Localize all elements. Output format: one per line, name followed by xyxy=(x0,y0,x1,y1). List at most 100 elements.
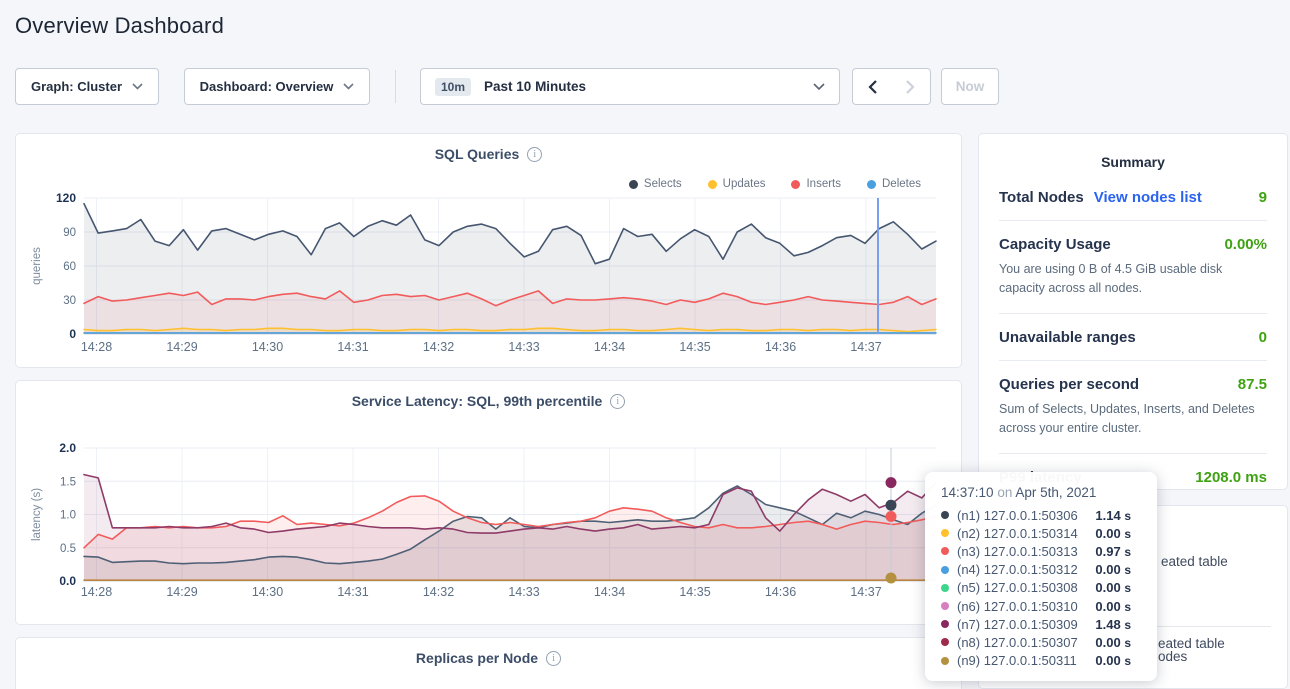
unavailable-ranges-value: 0 xyxy=(1259,329,1267,346)
svg-text:14:33: 14:33 xyxy=(508,585,539,599)
tooltip-node-value: 0.00 s xyxy=(1095,526,1131,541)
dashboard-dropdown-label: Dashboard: Overview xyxy=(200,79,334,94)
series-color-dot xyxy=(941,657,949,665)
svg-text:14:33: 14:33 xyxy=(508,340,539,354)
tooltip-node-row: (n1) 127.0.0.1:503061.14 s xyxy=(941,506,1143,524)
series-color-dot xyxy=(941,511,949,519)
svg-text:90: 90 xyxy=(63,227,76,239)
chevron-down-icon xyxy=(343,83,354,90)
summary-title: Summary xyxy=(979,134,1287,170)
time-range-selector[interactable]: 10m Past 10 Minutes xyxy=(420,68,840,105)
series-color-dot xyxy=(941,620,949,628)
tooltip-node-value: 0.97 s xyxy=(1095,544,1131,559)
tooltip-node-value: 0.00 s xyxy=(1095,580,1131,595)
svg-text:120: 120 xyxy=(56,191,76,205)
svg-text:14:36: 14:36 xyxy=(765,340,796,354)
view-nodes-list-link[interactable]: View nodes list xyxy=(1094,189,1202,206)
toolbar-divider xyxy=(395,70,396,103)
svg-text:14:36: 14:36 xyxy=(765,585,796,599)
svg-text:60: 60 xyxy=(63,261,76,273)
svg-text:14:29: 14:29 xyxy=(166,585,197,599)
svg-text:14:32: 14:32 xyxy=(423,340,454,354)
svg-text:14:32: 14:32 xyxy=(423,585,454,599)
chevron-right-icon xyxy=(906,80,915,94)
sql-queries-chart[interactable]: 14:28 14:29 14:30 14:31 14:32 14:33 14:34 14:35… xyxy=(16,134,962,368)
svg-text:14:30: 14:30 xyxy=(252,585,283,599)
svg-text:14:37: 14:37 xyxy=(850,585,881,599)
total-nodes-value: 9 xyxy=(1259,189,1267,206)
info-icon[interactable]: i xyxy=(546,651,561,666)
qps-label: Queries per second xyxy=(999,376,1139,393)
page-title: Overview Dashboard xyxy=(15,13,224,39)
tooltip-node-label: (n8) 127.0.0.1:50307 xyxy=(957,635,1095,650)
svg-text:0: 0 xyxy=(69,327,76,341)
service-latency-panel: Service Latency: SQL, 99th percentile i … xyxy=(15,380,962,625)
tooltip-node-value: 0.00 s xyxy=(1095,653,1131,668)
tooltip-node-value: 1.14 s xyxy=(1095,508,1131,523)
sql-queries-panel: SQL Queries i SelectsUpdatesInsertsDelet… xyxy=(15,133,962,368)
replicas-per-node-title: Replicas per Node xyxy=(416,650,538,666)
tooltip-node-label: (n2) 127.0.0.1:50314 xyxy=(957,526,1095,541)
svg-text:14:35: 14:35 xyxy=(679,585,710,599)
tooltip-node-label: (n5) 127.0.0.1:50308 xyxy=(957,580,1095,595)
svg-text:2.0: 2.0 xyxy=(59,441,76,455)
svg-text:14:34: 14:34 xyxy=(594,585,625,599)
tooltip-node-value: 0.00 s xyxy=(1095,635,1131,650)
capacity-usage-value: 0.00% xyxy=(1224,236,1267,253)
svg-text:14:28: 14:28 xyxy=(81,340,112,354)
summary-row-unavailable-ranges: Unavailable ranges 0 xyxy=(999,314,1267,361)
p99-latency-value: 1208.0 ms xyxy=(1195,469,1267,486)
chevron-left-icon xyxy=(868,80,877,94)
chevron-down-icon xyxy=(813,83,825,91)
now-button[interactable]: Now xyxy=(941,68,999,105)
svg-text:1.5: 1.5 xyxy=(60,476,76,488)
tooltip-node-row: (n6) 127.0.0.1:503100.00 s xyxy=(941,597,1143,615)
graph-dropdown-label: Graph: Cluster xyxy=(31,79,122,94)
time-prev-button[interactable] xyxy=(852,68,892,105)
tooltip-node-value: 0.00 s xyxy=(1095,599,1131,614)
chevron-down-icon xyxy=(132,83,143,90)
tooltip-node-row: (n8) 127.0.0.1:503070.00 s xyxy=(941,633,1143,651)
svg-text:latency (s): latency (s) xyxy=(31,488,43,541)
svg-text:1.0: 1.0 xyxy=(60,510,76,522)
graph-dropdown[interactable]: Graph: Cluster xyxy=(15,68,159,105)
series-color-dot xyxy=(941,566,949,574)
series-color-dot xyxy=(941,584,949,592)
svg-text:14:30: 14:30 xyxy=(252,340,283,354)
capacity-usage-label: Capacity Usage xyxy=(999,236,1111,253)
dashboard-dropdown[interactable]: Dashboard: Overview xyxy=(184,68,370,105)
tooltip-node-label: (n4) 127.0.0.1:50312 xyxy=(957,562,1095,577)
tooltip-node-value: 1.48 s xyxy=(1095,617,1131,632)
svg-text:0.5: 0.5 xyxy=(60,543,76,555)
time-next-button[interactable] xyxy=(891,68,931,105)
svg-text:14:29: 14:29 xyxy=(166,340,197,354)
qps-desc: Sum of Selects, Updates, Inserts, and De… xyxy=(999,400,1267,439)
unavailable-ranges-label: Unavailable ranges xyxy=(999,329,1136,346)
svg-text:30: 30 xyxy=(63,295,76,307)
summary-panel: Summary Total Nodes View nodes list 9 Ca… xyxy=(978,133,1288,490)
svg-text:14:35: 14:35 xyxy=(679,340,710,354)
svg-text:14:31: 14:31 xyxy=(337,340,368,354)
tooltip-node-label: (n7) 127.0.0.1:50309 xyxy=(957,617,1095,632)
series-color-dot xyxy=(941,547,949,555)
chart-hover-tooltip: 14:37:10 on Apr 5th, 2021 (n1) 127.0.0.1… xyxy=(925,472,1157,681)
events-divider xyxy=(1157,626,1271,627)
time-range-label: Past 10 Minutes xyxy=(484,79,586,94)
tooltip-node-row: (n7) 127.0.0.1:503091.48 s xyxy=(941,615,1143,633)
tooltip-node-row: (n3) 127.0.0.1:503130.97 s xyxy=(941,542,1143,560)
replicas-per-node-panel: Replicas per Node i xyxy=(15,637,962,689)
tooltip-node-row: (n5) 127.0.0.1:503080.00 s xyxy=(941,579,1143,597)
event-item-fragment: eated table xyxy=(1161,554,1228,569)
svg-text:14:34: 14:34 xyxy=(594,340,625,354)
series-color-dot xyxy=(941,602,949,610)
service-latency-chart[interactable]: 14:2814:2914:3014:3114:3214:3314:3414:35… xyxy=(16,381,962,625)
svg-text:14:31: 14:31 xyxy=(337,585,368,599)
tooltip-node-label: (n9) 127.0.0.1:50311 xyxy=(957,653,1095,668)
summary-row-qps: Queries per second 87.5 Sum of Selects, … xyxy=(999,361,1267,454)
tooltip-node-row: (n4) 127.0.0.1:503120.00 s xyxy=(941,561,1143,579)
tooltip-node-label: (n3) 127.0.0.1:50313 xyxy=(957,544,1095,559)
summary-row-capacity-usage: Capacity Usage 0.00% You are using 0 B o… xyxy=(999,221,1267,314)
capacity-usage-desc: You are using 0 B of 4.5 GiB usable disk… xyxy=(999,260,1267,299)
svg-text:queries: queries xyxy=(31,247,43,285)
tooltip-node-row: (n2) 127.0.0.1:503140.00 s xyxy=(941,524,1143,542)
